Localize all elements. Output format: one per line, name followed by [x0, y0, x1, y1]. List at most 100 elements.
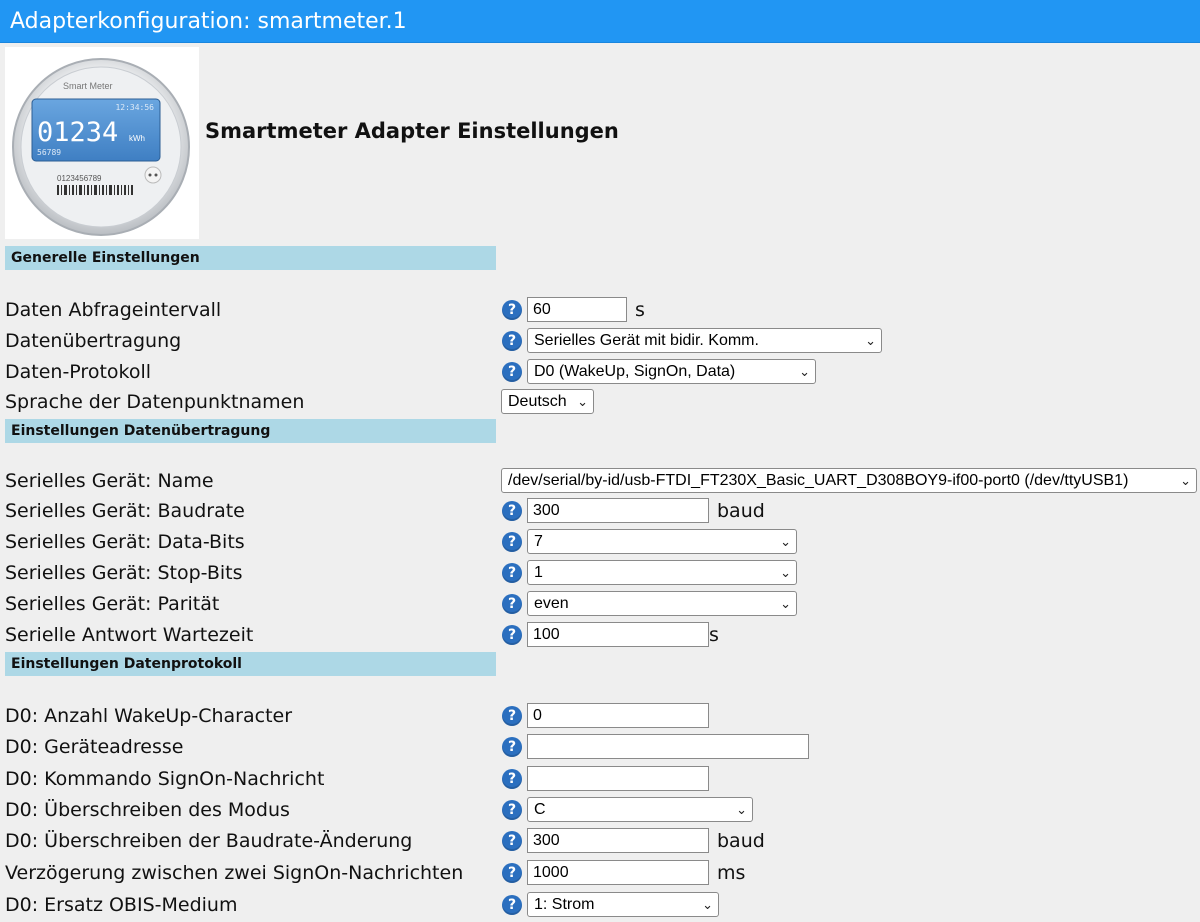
- logo-unit: kWh: [129, 134, 145, 143]
- section-protocol: Einstellungen Datenprotokoll: [5, 652, 496, 676]
- smartmeter-logo: Smart Meter 12:34:56 01234 kWh 56789 012…: [5, 47, 199, 239]
- logo-reading: 01234: [37, 117, 118, 148]
- row-signon-delay: Verzögerung zwischen zwei SignOn-Nachric…: [0, 858, 1200, 888]
- chevron-down-icon: ⌄: [577, 394, 588, 409]
- device-name-value: /dev/serial/by-id/usb-FTDI_FT230X_Basic_…: [508, 472, 1129, 489]
- signon-command-label: D0: Kommando SignOn-Nachricht: [5, 768, 325, 790]
- baudrate-unit: baud: [717, 500, 765, 522]
- wakeup-chars-input[interactable]: 0: [527, 703, 709, 728]
- interval-label: Daten Abfrageintervall: [5, 299, 222, 321]
- device-name-label: Serielles Gerät: Name: [5, 470, 214, 492]
- chevron-down-icon: ⌄: [702, 897, 713, 912]
- row-baud-override: D0: Überschreiben der Baudrate-Änderung …: [0, 826, 1200, 856]
- help-icon[interactable]: ?: [502, 800, 522, 820]
- device-address-input[interactable]: [527, 734, 809, 759]
- baud-override-unit: baud: [717, 830, 765, 852]
- signon-delay-unit: ms: [717, 862, 746, 884]
- row-wakeup-chars: D0: Anzahl WakeUp-Character ? 0: [0, 701, 1200, 731]
- mode-override-value: C: [534, 801, 546, 818]
- page-title: Smartmeter Adapter Einstellungen: [205, 119, 619, 143]
- help-icon[interactable]: ?: [502, 563, 522, 583]
- response-wait-input[interactable]: 100: [527, 622, 709, 647]
- parity-select[interactable]: even ⌄: [527, 591, 797, 616]
- baud-override-input[interactable]: 300: [527, 828, 709, 853]
- language-select[interactable]: Deutsch ⌄: [501, 389, 594, 414]
- section-transfer: Einstellungen Datenübertragung: [5, 419, 496, 443]
- row-response-wait: Serielle Antwort Wartezeit ? 100 s: [0, 620, 1200, 650]
- databits-value: 7: [534, 533, 543, 550]
- interval-unit: s: [635, 299, 645, 321]
- protocol-value: D0 (WakeUp, SignOn, Data): [534, 363, 736, 380]
- row-device-name: Serielles Gerät: Name /dev/serial/by-id/…: [0, 466, 1200, 496]
- logo-brand: Smart Meter: [63, 81, 113, 91]
- logo-time: 12:34:56: [115, 103, 154, 112]
- mode-override-label: D0: Überschreiben des Modus: [5, 799, 290, 821]
- logo-serial: 0123456789: [57, 174, 102, 183]
- baudrate-input[interactable]: 300: [527, 498, 709, 523]
- help-icon[interactable]: ?: [502, 532, 522, 552]
- row-transfer: Datenübertragung ? Serielles Gerät mit b…: [0, 326, 1200, 356]
- transfer-value: Serielles Gerät mit bidir. Komm.: [534, 332, 759, 349]
- transfer-label: Datenübertragung: [5, 330, 182, 352]
- parity-label: Serielles Gerät: Parität: [5, 593, 220, 615]
- device-address-label: D0: Geräteadresse: [5, 736, 184, 758]
- baudrate-label: Serielles Gerät: Baudrate: [5, 500, 245, 522]
- signon-delay-input[interactable]: 1000: [527, 860, 709, 885]
- stopbits-label: Serielles Gerät: Stop-Bits: [5, 562, 243, 584]
- protocol-select[interactable]: D0 (WakeUp, SignOn, Data) ⌄: [527, 359, 816, 384]
- help-icon[interactable]: ?: [502, 300, 522, 320]
- chevron-down-icon: ⌄: [1180, 473, 1191, 488]
- databits-select[interactable]: 7 ⌄: [527, 529, 797, 554]
- row-parity: Serielles Gerät: Parität ? even ⌄: [0, 589, 1200, 619]
- help-icon[interactable]: ?: [502, 625, 522, 645]
- chevron-down-icon: ⌄: [780, 534, 791, 549]
- obis-medium-value: 1: Strom: [534, 896, 595, 913]
- row-device-address: D0: Geräteadresse ?: [0, 732, 1200, 762]
- signon-delay-label: Verzögerung zwischen zwei SignOn-Nachric…: [5, 862, 464, 884]
- language-value: Deutsch: [508, 393, 567, 410]
- chevron-down-icon: ⌄: [736, 802, 747, 817]
- help-icon[interactable]: ?: [502, 863, 522, 883]
- logo-small-number: 56789: [37, 148, 61, 157]
- language-label: Sprache der Datenpunktnamen: [5, 391, 305, 413]
- databits-label: Serielles Gerät: Data-Bits: [5, 531, 245, 553]
- row-protocol: Daten-Protokoll ? D0 (WakeUp, SignOn, Da…: [0, 357, 1200, 387]
- window-title: Adapterkonfiguration: smartmeter.1: [0, 0, 1200, 43]
- baud-override-label: D0: Überschreiben der Baudrate-Änderung: [5, 830, 413, 852]
- interval-input[interactable]: 60: [527, 297, 627, 322]
- help-icon[interactable]: ?: [502, 831, 522, 851]
- help-icon[interactable]: ?: [502, 895, 522, 915]
- row-mode-override: D0: Überschreiben des Modus ? C ⌄: [0, 795, 1200, 825]
- help-icon[interactable]: ?: [502, 362, 522, 382]
- stopbits-select[interactable]: 1 ⌄: [527, 560, 797, 585]
- chevron-down-icon: ⌄: [865, 333, 876, 348]
- row-language: Sprache der Datenpunktnamen Deutsch ⌄: [0, 387, 1200, 417]
- wakeup-chars-label: D0: Anzahl WakeUp-Character: [5, 705, 293, 727]
- response-wait-unit: s: [709, 624, 719, 646]
- row-interval: Daten Abfrageintervall ? 60 s: [0, 295, 1200, 325]
- row-signon-command: D0: Kommando SignOn-Nachricht ?: [0, 764, 1200, 794]
- help-icon[interactable]: ?: [502, 737, 522, 757]
- row-obis-medium: D0: Ersatz OBIS-Medium ? 1: Strom ⌄: [0, 890, 1200, 920]
- row-stopbits: Serielles Gerät: Stop-Bits ? 1 ⌄: [0, 558, 1200, 588]
- response-wait-label: Serielle Antwort Wartezeit: [5, 624, 254, 646]
- mode-override-select[interactable]: C ⌄: [527, 797, 753, 822]
- section-general: Generelle Einstellungen: [5, 246, 496, 270]
- protocol-label: Daten-Protokoll: [5, 361, 152, 383]
- smartmeter-icon: Smart Meter 12:34:56 01234 kWh 56789 012…: [12, 58, 190, 236]
- chevron-down-icon: ⌄: [780, 565, 791, 580]
- chevron-down-icon: ⌄: [780, 596, 791, 611]
- row-baudrate: Serielles Gerät: Baudrate ? 300 baud: [0, 496, 1200, 526]
- stopbits-value: 1: [534, 564, 543, 581]
- obis-medium-select[interactable]: 1: Strom ⌄: [527, 892, 719, 917]
- help-icon[interactable]: ?: [502, 706, 522, 726]
- help-icon[interactable]: ?: [502, 594, 522, 614]
- row-databits: Serielles Gerät: Data-Bits ? 7 ⌄: [0, 527, 1200, 557]
- help-icon[interactable]: ?: [502, 769, 522, 789]
- signon-command-input[interactable]: [527, 766, 709, 791]
- obis-medium-label: D0: Ersatz OBIS-Medium: [5, 894, 238, 916]
- transfer-select[interactable]: Serielles Gerät mit bidir. Komm. ⌄: [527, 328, 882, 353]
- device-name-select[interactable]: /dev/serial/by-id/usb-FTDI_FT230X_Basic_…: [501, 468, 1197, 493]
- help-icon[interactable]: ?: [502, 331, 522, 351]
- help-icon[interactable]: ?: [502, 501, 522, 521]
